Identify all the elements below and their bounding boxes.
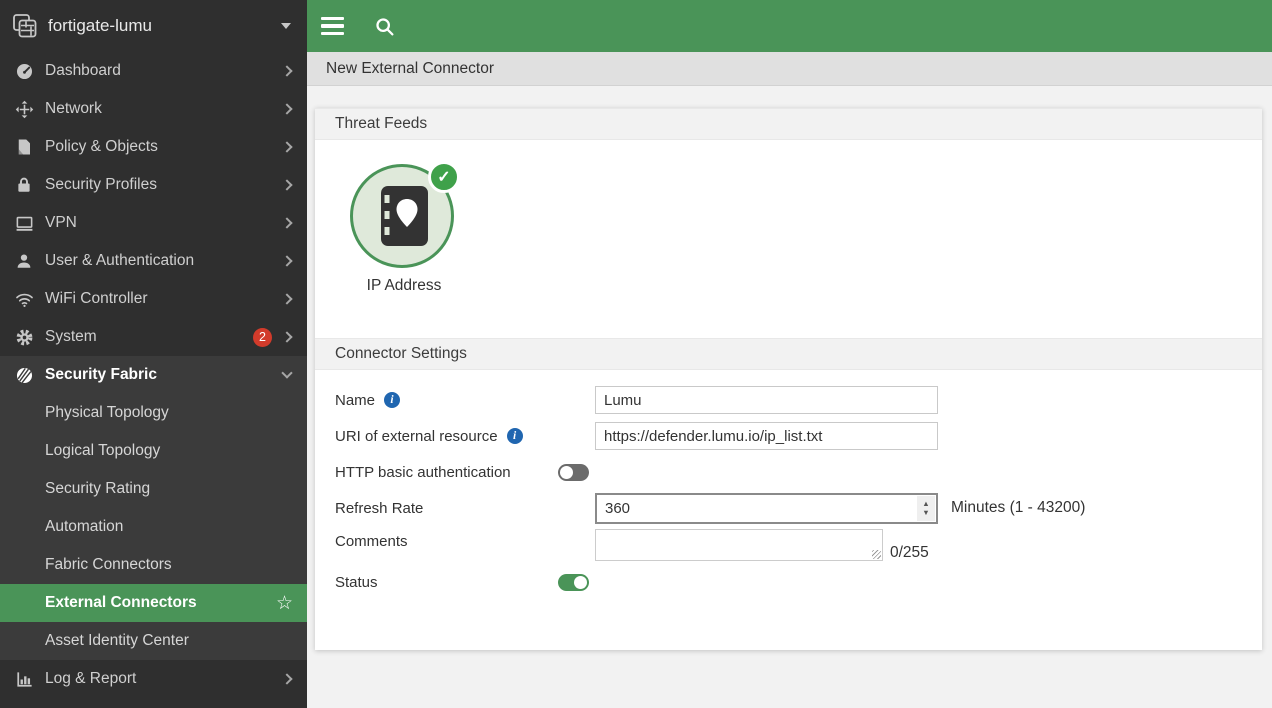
name-label: Name [335,391,376,409]
uri-input[interactable] [595,422,938,450]
sidebar-item-automation[interactable]: Automation [0,508,307,546]
sidebar-item-logical-topology[interactable]: Logical Topology [0,432,307,470]
hostname-menu[interactable]: fortigate-lumu [0,0,307,52]
hostname-label: fortigate-lumu [48,16,152,35]
sidebar-item-policy-objects[interactable]: Policy & Objects [0,128,307,166]
http-auth-toggle[interactable] [558,463,589,481]
status-label: Status [335,573,378,591]
threat-feeds-section-header: Threat Feeds [315,108,1262,140]
feed-tile-label: IP Address [366,277,442,294]
threat-feeds-area: ✓ IP Address [315,140,1262,338]
uri-label: URI of external resource [335,427,498,445]
sidebar-item-network[interactable]: Network [0,90,307,128]
sidebar-item-security-fabric[interactable]: Security Fabric [0,356,307,394]
refresh-rate-unit: Minutes (1 - 43200) [951,499,1086,516]
comments-counter: 0/255 [890,544,929,561]
sidebar-item-external-connectors[interactable]: External Connectors ☆ [0,584,307,622]
chevron-down-icon [281,23,291,29]
chevron-right-icon [281,331,293,343]
sidebar-item-asset-identity-center[interactable]: Asset Identity Center [0,622,307,660]
chevron-right-icon [281,673,293,685]
sidebar-item-log-report[interactable]: Log & Report [0,660,307,698]
http-auth-row: HTTP basic authentication [335,454,1262,490]
info-icon[interactable]: i [384,392,401,408]
sidebar-item-dashboard[interactable]: Dashboard [0,52,307,90]
comments-textarea[interactable] [595,529,883,561]
sidebar-item-vpn[interactable]: VPN [0,204,307,242]
fortigate-logo-icon [12,13,38,39]
resize-handle-icon[interactable] [872,550,881,559]
connector-settings-section-header: Connector Settings [315,338,1262,370]
chevron-right-icon [281,255,293,267]
sidebar-item-security-rating[interactable]: Security Rating [0,470,307,508]
comments-row: Comments 0/255 [335,526,1262,564]
chevron-right-icon [281,103,293,115]
refresh-rate-label: Refresh Rate [335,499,424,517]
sidebar-item-fabric-connectors[interactable]: Fabric Connectors [0,546,307,584]
status-toggle[interactable] [558,573,589,591]
info-icon[interactable]: i [506,428,523,444]
refresh-rate-input[interactable] [595,492,938,524]
address-book-pin-icon: ✓ [350,161,460,268]
connector-card: Threat Feeds ✓ IP Address Connector Sett… [315,108,1262,650]
chevron-right-icon [281,179,293,191]
http-auth-label: HTTP basic authentication [335,463,511,481]
bar-chart-icon [14,669,34,689]
wifi-icon [14,289,34,309]
name-input[interactable] [595,386,938,414]
sidebar-item-system[interactable]: System 2 [0,318,307,356]
breadcrumb: New External Connector [307,52,1272,86]
number-spinner-icon[interactable]: ▲ ▼ [917,495,935,521]
lock-icon [14,175,34,195]
gear-icon [14,327,34,347]
favorite-star-icon[interactable]: ☆ [276,594,293,613]
chevron-right-icon [281,217,293,229]
chevron-down-icon [281,367,293,379]
sidebar-item-physical-topology[interactable]: Physical Topology [0,394,307,432]
status-row: Status [335,564,1262,600]
content-area: Threat Feeds ✓ IP Address Connector Sett… [307,86,1272,708]
user-icon [14,251,34,271]
document-icon [14,137,34,157]
chevron-right-icon [281,293,293,305]
ip-address-feed-tile[interactable]: ✓ IP Address [350,161,460,295]
fabric-icon [14,365,34,385]
uri-row: URI of external resource i [335,418,1262,454]
refresh-rate-row: Refresh Rate ▲▼ Minutes (1 - 43200) [335,490,1262,526]
search-icon[interactable] [374,16,395,37]
gauge-icon [14,61,34,81]
name-row: Name i [335,382,1262,418]
chevron-right-icon [281,141,293,153]
connector-settings-form: Name i URI of external resource i [315,370,1262,600]
page-title: New External Connector [326,59,494,77]
hamburger-menu-icon[interactable] [321,16,344,36]
main-area: New External Connector Threat Feeds ✓ IP… [307,0,1272,708]
sidebar-item-security-profiles[interactable]: Security Profiles [0,166,307,204]
sidebar-item-wifi-controller[interactable]: WiFi Controller [0,280,307,318]
topbar [307,0,1272,52]
chevron-right-icon [281,65,293,77]
arrows-move-icon [14,99,34,119]
monitor-icon [14,213,34,233]
sidebar: fortigate-lumu Dashboard Network Policy … [0,0,307,708]
fortigate-app-window: fortigate-lumu Dashboard Network Policy … [0,0,1272,708]
comments-label: Comments [335,533,408,550]
sidebar-item-user-authentication[interactable]: User & Authentication [0,242,307,280]
check-badge-icon: ✓ [428,161,460,193]
system-alert-badge: 2 [253,327,272,347]
